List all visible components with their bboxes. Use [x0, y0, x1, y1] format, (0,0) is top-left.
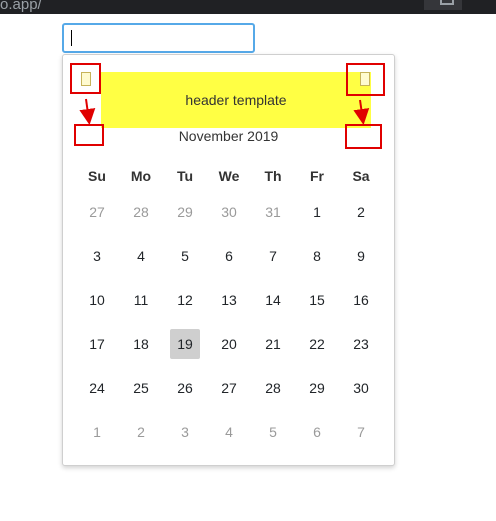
calendar-day[interactable]: 3: [170, 417, 200, 447]
text-caret: [71, 30, 72, 46]
calendar-day[interactable]: 9: [346, 241, 376, 271]
calendar-day[interactable]: 22: [302, 329, 332, 359]
calendar-day[interactable]: 11: [126, 285, 156, 315]
weekday-header: Th: [264, 168, 282, 184]
calendar-day[interactable]: 5: [258, 417, 288, 447]
calendar-day[interactable]: 3: [82, 241, 112, 271]
calendar-day[interactable]: 27: [82, 197, 112, 227]
calendar-popup: header template November 2019 Su Mo Tu We Th…: [62, 54, 395, 466]
calendar-day[interactable]: 8: [302, 241, 332, 271]
browser-toolbar: o.app/: [0, 0, 496, 14]
annotation-box-prev-icon: [70, 63, 101, 94]
calendar-day[interactable]: 6: [302, 417, 332, 447]
calendar-day[interactable]: 10: [82, 285, 112, 315]
calendar-day[interactable]: 6: [214, 241, 244, 271]
annotation-box-next-icon: [346, 63, 385, 96]
weekday-header: Tu: [176, 168, 194, 184]
annotation-box-prev-target: [74, 124, 104, 146]
calendar-day[interactable]: 29: [170, 197, 200, 227]
calendar-day[interactable]: 1: [82, 417, 112, 447]
weekday-header: Mo: [130, 168, 152, 184]
calendar-day[interactable]: 31: [258, 197, 288, 227]
calendar-day[interactable]: 14: [258, 285, 288, 315]
calendar-day[interactable]: 23: [346, 329, 376, 359]
weekday-header: Su: [88, 168, 106, 184]
calendar-day[interactable]: 28: [258, 373, 288, 403]
calendar-day[interactable]: 30: [346, 373, 376, 403]
annotation-box-next-target: [345, 124, 382, 149]
calendar-day[interactable]: 20: [214, 329, 244, 359]
calendar-day[interactable]: 21: [258, 329, 288, 359]
calendar-day[interactable]: 12: [170, 285, 200, 315]
calendar-day[interactable]: 4: [126, 241, 156, 271]
calendar-day[interactable]: 18: [126, 329, 156, 359]
calendar-day[interactable]: 25: [126, 373, 156, 403]
date-input[interactable]: [62, 23, 255, 53]
calendar-day[interactable]: 2: [126, 417, 156, 447]
calendar-day[interactable]: 7: [346, 417, 376, 447]
weekday-header: Sa: [352, 168, 370, 184]
header-template-band: header template: [101, 72, 371, 128]
tab-search-icon[interactable]: [440, 0, 454, 5]
calendar-day[interactable]: 30: [214, 197, 244, 227]
calendar-day[interactable]: 5: [170, 241, 200, 271]
calendar-day[interactable]: 1: [302, 197, 332, 227]
url-fragment[interactable]: o.app/: [0, 0, 42, 13]
calendar-day[interactable]: 7: [258, 241, 288, 271]
calendar-day[interactable]: 29: [302, 373, 332, 403]
calendar-day[interactable]: 2: [346, 197, 376, 227]
calendar-day[interactable]: 17: [82, 329, 112, 359]
calendar-day[interactable]: 15: [302, 285, 332, 315]
weekday-header: Fr: [310, 168, 324, 184]
calendar-day[interactable]: 26: [170, 373, 200, 403]
calendar-day[interactable]: 16: [346, 285, 376, 315]
calendar-day-today[interactable]: 19: [170, 329, 200, 359]
calendar-day[interactable]: 13: [214, 285, 244, 315]
header-template-text: header template: [185, 92, 287, 108]
calendar-day[interactable]: 28: [126, 197, 156, 227]
weekday-header: We: [218, 168, 240, 184]
calendar-day[interactable]: 27: [214, 373, 244, 403]
calendar-day[interactable]: 4: [214, 417, 244, 447]
calendar-day[interactable]: 24: [82, 373, 112, 403]
